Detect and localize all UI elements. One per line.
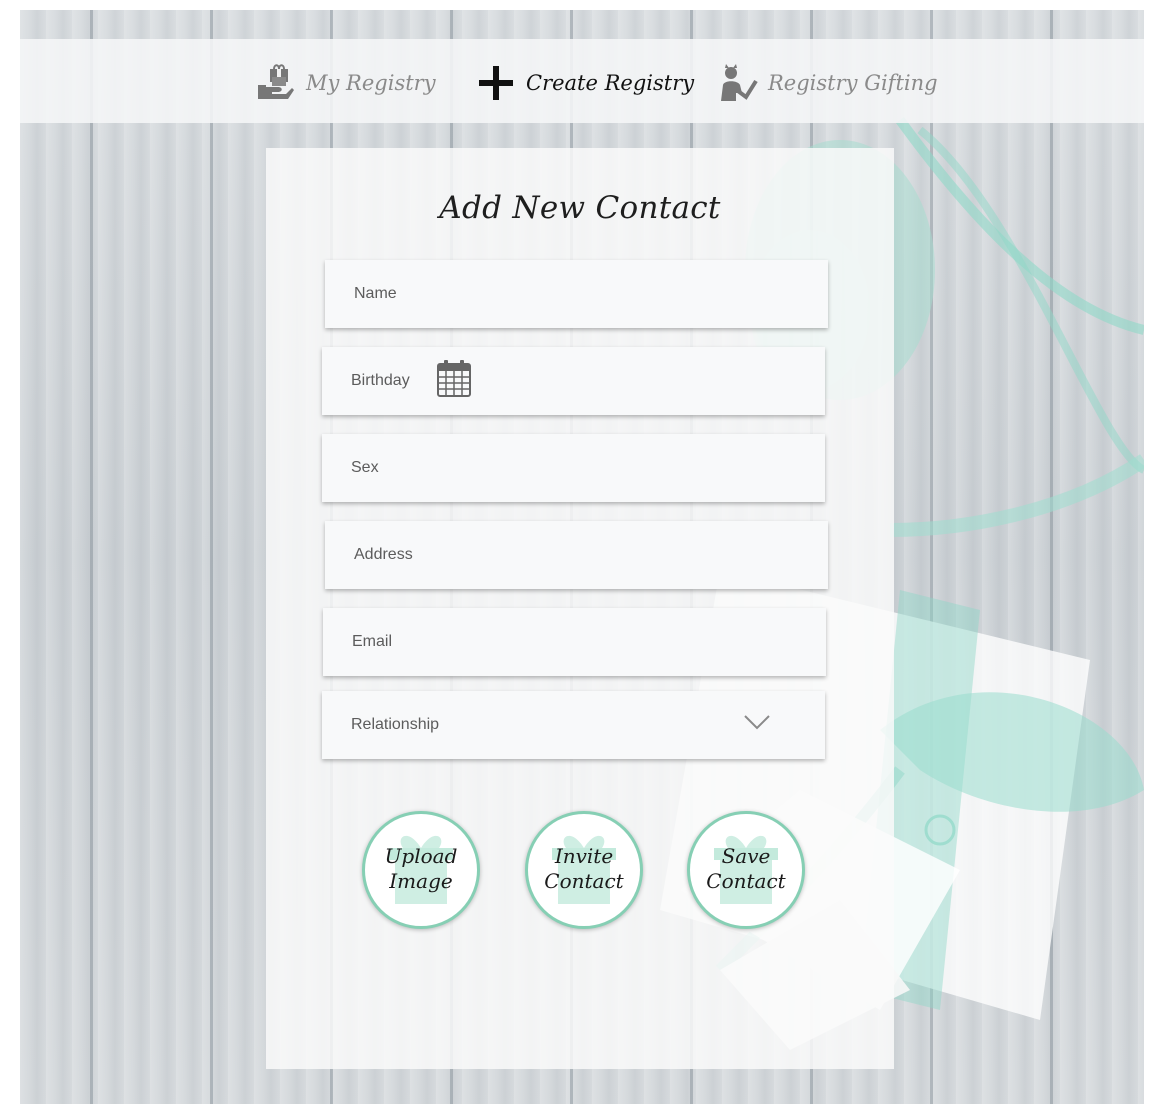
email-placeholder: Email — [352, 633, 393, 650]
relationship-placeholder: Relationship — [351, 716, 440, 733]
chevron-down-icon — [743, 713, 771, 731]
nav-registry-gifting-label: Registry Gifting — [768, 71, 938, 95]
gift-person-icon — [718, 63, 758, 103]
plus-icon — [476, 63, 516, 103]
sex-placeholder: Sex — [351, 459, 379, 476]
save-line2: Contact — [706, 869, 786, 893]
name-field[interactable]: Name — [325, 260, 828, 328]
upload-line1: Upload — [384, 844, 458, 868]
invite-line1: Invite — [554, 844, 614, 868]
calendar-icon[interactable] — [436, 359, 471, 397]
nav-create-registry-label: Create Registry — [526, 71, 695, 95]
page-title: Add New Contact — [439, 190, 721, 226]
sex-field[interactable]: Sex — [322, 434, 825, 502]
invite-line2: Contact — [544, 869, 624, 893]
name-placeholder: Name — [354, 285, 397, 302]
gift-hand-icon — [256, 63, 296, 103]
background-canvas: My Registry Create Registry Registry Gif… — [20, 10, 1144, 1104]
address-field[interactable]: Address — [325, 521, 828, 589]
nav-create-registry[interactable]: Create Registry — [476, 63, 694, 103]
address-placeholder: Address — [354, 546, 413, 563]
save-contact-button[interactable]: Save Contact — [687, 811, 805, 929]
birthday-field[interactable]: Birthday — [322, 347, 825, 415]
birthday-placeholder: Birthday — [351, 372, 410, 389]
nav-my-registry-label: My Registry — [306, 71, 436, 95]
email-field[interactable]: Email — [323, 608, 826, 676]
upload-image-button[interactable]: Upload Image — [362, 811, 480, 929]
invite-contact-button[interactable]: Invite Contact — [525, 811, 643, 929]
nav-registry-gifting[interactable]: Registry Gifting — [718, 63, 938, 103]
relationship-select[interactable]: Relationship — [322, 691, 825, 759]
top-navigation-bar: My Registry Create Registry Registry Gif… — [20, 39, 1144, 123]
nav-my-registry[interactable]: My Registry — [256, 63, 436, 103]
add-contact-panel: Add New Contact Name Birthday Sex Addres… — [266, 148, 894, 1069]
upload-line2: Image — [389, 869, 453, 893]
save-line1: Save — [721, 844, 771, 868]
